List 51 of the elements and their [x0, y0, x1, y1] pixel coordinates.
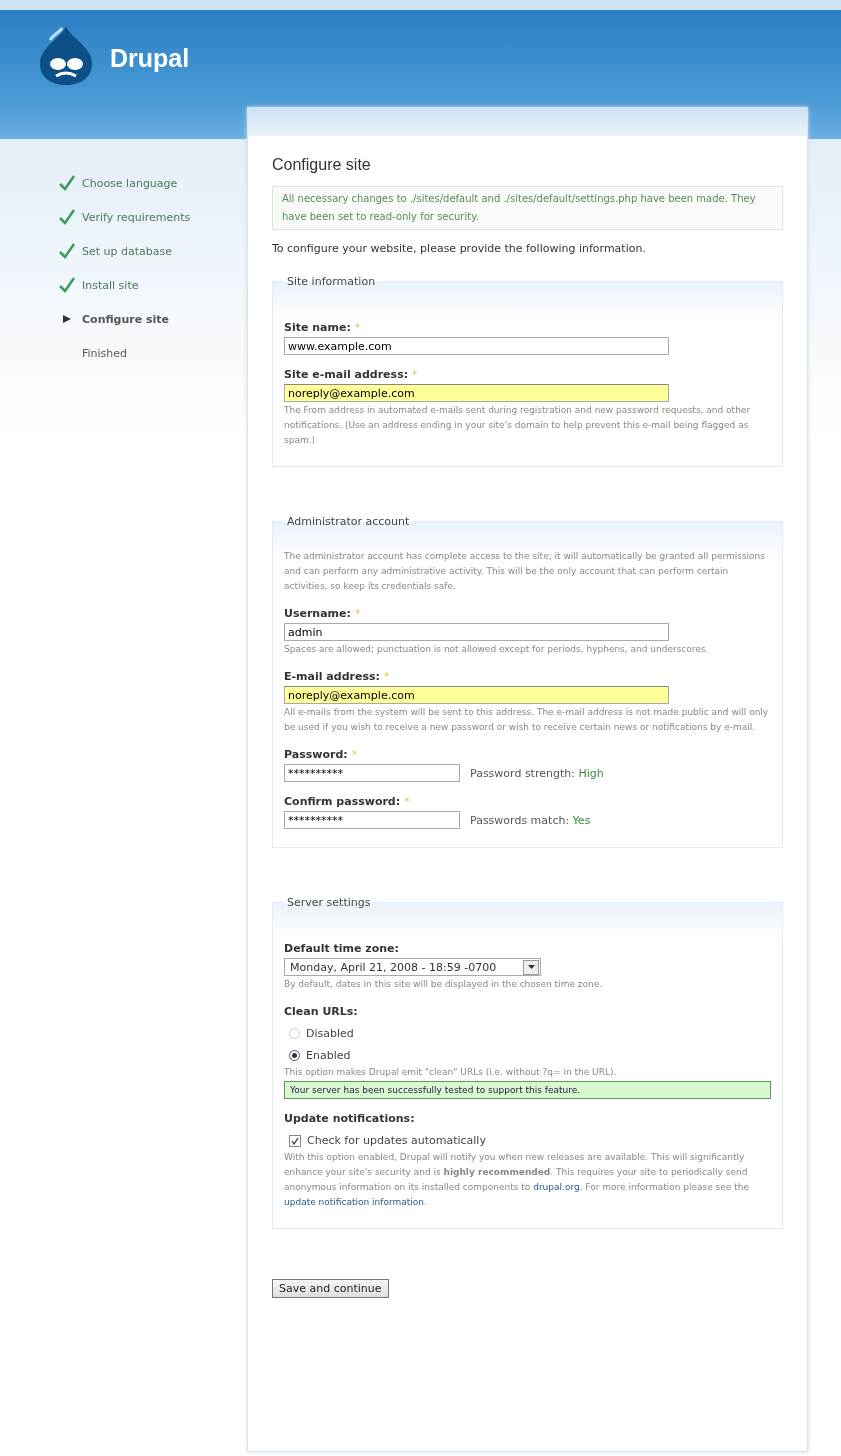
password-status: Passwords match: Yes — [470, 813, 591, 827]
intro-text: To configure your website, please provide the following information. — [272, 242, 647, 255]
timezone-select[interactable]: Monday, April 21, 2008 - 18:59 -0700 — [284, 958, 541, 976]
field-label: Confirm password: * — [284, 795, 411, 808]
radio-option[interactable]: Enabled — [289, 1049, 771, 1062]
field-label: Site name: * — [284, 321, 362, 334]
fieldset-legend: Administrator account — [284, 515, 413, 528]
text-field[interactable]: www.example.com — [284, 337, 669, 355]
check-icon — [58, 174, 76, 192]
check-icon — [58, 208, 76, 226]
password-field[interactable]: ********** — [284, 764, 460, 782]
password-field[interactable]: ********** — [284, 811, 460, 829]
page-title: Configure site — [272, 156, 372, 174]
field-label: Username: * — [284, 607, 362, 620]
field-label: Password: * — [284, 748, 359, 761]
step-item: Configure site — [58, 310, 247, 328]
fieldset-legend: Server settings — [284, 896, 374, 909]
check-icon — [58, 242, 76, 260]
password-status: Password strength: High — [470, 766, 604, 780]
field-label: Update notifications: — [284, 1112, 416, 1125]
field-description: The From address in automated e-mails sent during registration and new password requests, and other notifications. (Use an address ending in your site's domain to help prevent this e-mail being flagged as spam.) — [284, 404, 752, 447]
radio-option[interactable]: Disabled — [289, 1027, 771, 1040]
section-description: The administrator account has complete access to the site; it will automatically be granted all permissions and can perform any administrative activity. This will be the only account that can perform certain activities, so keep its credentials safe. — [284, 550, 766, 593]
field-label: Clean URLs: — [284, 1005, 359, 1018]
field-label: Default time zone: — [284, 942, 400, 955]
checkbox-option[interactable]: Check for updates automatically — [289, 1134, 771, 1147]
save-button[interactable]: Save and continue — [272, 1279, 389, 1298]
field-description: By default, dates in this site will be displayed in the chosen time zone. — [284, 978, 604, 991]
arrow-icon — [63, 315, 71, 323]
field-label: E-mail address: * — [284, 670, 391, 683]
status-message: All necessary changes to ./sites/default and ./sites/default/settings.php have been made. They have been set to read-only for security. — [272, 186, 783, 230]
site-name: Drupal — [110, 44, 190, 73]
field-description: Spaces are allowed; punctuation is not allowed except for periods, hyphens, and underscores. — [284, 643, 710, 656]
step-item: Choose language — [58, 174, 247, 192]
checkbox[interactable] — [289, 1134, 301, 1147]
fieldset-legend: Site information — [284, 275, 379, 288]
field-label: Site e-mail address: * — [284, 368, 419, 381]
step-item: Install site — [58, 276, 247, 294]
field-description: With this option enabled, Drupal will notify you when new releases are available. This will significantly enhance your site's security and is highly recommended. This requires your site to periodically send anonymous information on its installed components to drupal.org. For more information please see the update notification information. — [284, 1151, 750, 1209]
text-field[interactable]: noreply@example.com — [284, 686, 669, 704]
text-link[interactable]: drupal.org — [533, 1182, 580, 1192]
text-link[interactable]: update notification information — [284, 1197, 424, 1207]
text-field[interactable]: admin — [284, 623, 669, 641]
check-icon — [58, 276, 76, 294]
field-description: This option makes Drupal emit "clean" URLs (i.e. without ?q= in the URL). — [284, 1066, 618, 1079]
step-item: Set up database — [58, 242, 247, 260]
step-item: Verify requirements — [58, 208, 247, 226]
success-message: Your server has been successfully tested to support this feature. — [284, 1081, 771, 1099]
step-item: Finished — [81, 345, 129, 362]
field-description: All e-mails from the system will be sent to this address. The e-mail address is not made public and will only be used if you wish to receive a new password or wish to receive certain news or notifications by e-mail. — [284, 706, 770, 734]
text-field[interactable]: noreply@example.com — [284, 384, 669, 402]
